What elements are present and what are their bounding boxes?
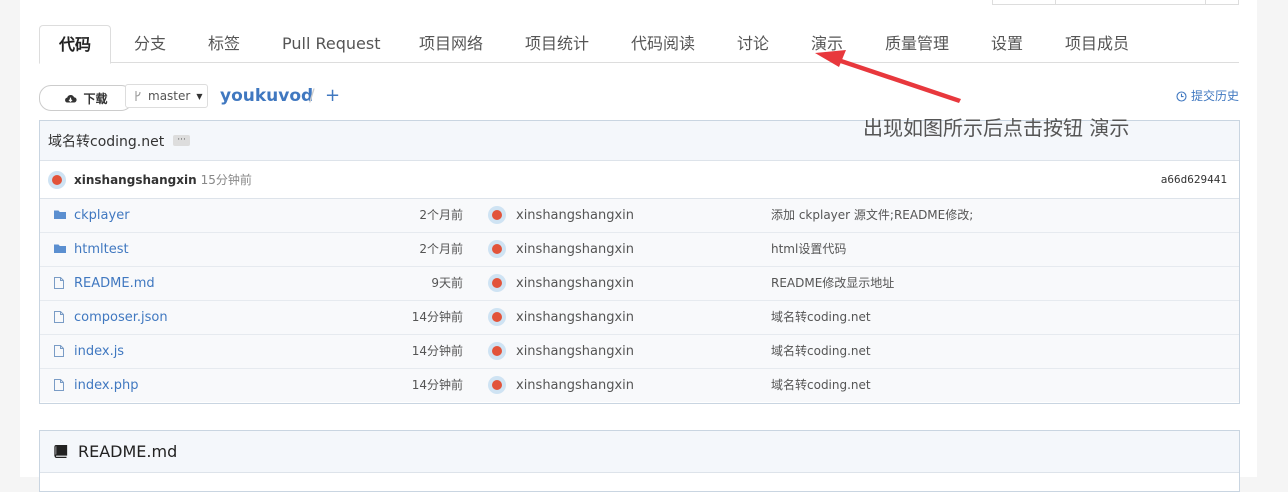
tab-tags[interactable]: 标签 [208, 25, 240, 62]
commit-sha-link[interactable]: a66d629441 [1161, 173, 1227, 186]
avatar[interactable] [488, 308, 506, 326]
avatar[interactable] [488, 274, 506, 292]
book-icon [54, 445, 68, 458]
tab-code-reading[interactable]: 代码阅读 [631, 25, 695, 62]
page: 代码 分支 标签 Pull Request 项目网络 项目统计 代码阅读 讨论 … [20, 0, 1257, 492]
avatar[interactable] [488, 240, 506, 258]
table-row: ckplayer 2个月前 xinshangshangxin 添加 ckplay… [40, 199, 1239, 233]
clock-icon [1176, 90, 1187, 102]
chevron-down-icon: ▼ [196, 91, 203, 101]
commit-expand-button[interactable]: ··· [173, 135, 190, 146]
top-button-2[interactable] [1205, 0, 1239, 5]
file-commit-message[interactable]: README修改显示地址 [771, 267, 894, 300]
file-icon [54, 345, 64, 361]
annotation-text: 出现如图所示后点击按钮 演示 [863, 116, 1130, 140]
folder-icon [54, 243, 66, 258]
file-name-link[interactable]: htmltest [74, 233, 129, 266]
file-commit-message[interactable]: 域名转coding.net [771, 335, 871, 368]
table-row: htmltest 2个月前 xinshangshangxin html设置代码 [40, 233, 1239, 267]
tab-branches[interactable]: 分支 [134, 25, 166, 62]
file-age: 2个月前 [419, 242, 463, 256]
tab-network[interactable]: 项目网络 [419, 25, 483, 62]
branch-name: master [148, 89, 191, 103]
download-label: 下载 [83, 91, 108, 106]
tab-code[interactable]: 代码 [39, 25, 112, 64]
file-commit-author[interactable]: xinshangshangxin [516, 369, 634, 402]
file-commit-author[interactable]: xinshangshangxin [516, 267, 634, 300]
commit-time: 15分钟前 [200, 173, 252, 187]
tab-stats[interactable]: 项目统计 [525, 25, 589, 62]
file-commit-message[interactable]: 添加 ckplayer 源文件;README修改; [771, 199, 973, 232]
file-commit-author[interactable]: xinshangshangxin [516, 335, 634, 368]
file-commit-author[interactable]: xinshangshangxin [516, 233, 634, 266]
file-commit-message[interactable]: html设置代码 [771, 233, 846, 266]
repo-toolbar: 下载 master ▼ youkuvod / + 提交历史 [39, 84, 1239, 111]
file-name-link[interactable]: README.md [74, 267, 155, 300]
commit-history-link[interactable]: 提交历史 [1176, 84, 1239, 108]
folder-icon [54, 209, 66, 224]
file-age: 2个月前 [419, 208, 463, 222]
file-commit-message[interactable]: 域名转coding.net [771, 369, 871, 402]
avatar[interactable] [488, 342, 506, 360]
readme-title: README.md [78, 442, 178, 461]
file-icon [54, 379, 64, 395]
tab-settings[interactable]: 设置 [991, 25, 1023, 62]
file-age: 14分钟前 [411, 310, 463, 324]
readme-header: README.md [40, 431, 1239, 473]
commit-author[interactable]: xinshangshangxin [74, 173, 197, 187]
branch-icon [135, 91, 141, 101]
tab-demo[interactable]: 演示 [811, 25, 843, 62]
file-name-link[interactable]: ckplayer [74, 199, 130, 232]
latest-commit-meta: xinshangshangxin 15分钟前 a66d629441 [40, 161, 1239, 199]
download-button[interactable]: 下载 [39, 85, 133, 111]
file-commit-message[interactable]: 域名转coding.net [771, 301, 871, 334]
file-age: 14分钟前 [411, 378, 463, 392]
repo-name-link[interactable]: youkuvod [220, 84, 313, 108]
file-name-link[interactable]: composer.json [74, 301, 168, 334]
file-name-link[interactable]: index.js [74, 335, 124, 368]
tab-pull-request[interactable]: Pull Request [282, 25, 380, 62]
top-button-1[interactable] [992, 0, 1056, 5]
add-file-button[interactable]: + [325, 84, 340, 108]
table-row: index.php 14分钟前 xinshangshangxin 域名转codi… [40, 369, 1239, 402]
commit-message: 域名转coding.net [48, 133, 165, 150]
avatar[interactable] [48, 170, 66, 189]
repo-tabs: 代码 分支 标签 Pull Request 项目网络 项目统计 代码阅读 讨论 … [39, 25, 1239, 64]
file-list: 域名转coding.net ··· xinshangshangxin 15分钟前… [39, 120, 1240, 404]
file-age: 9天前 [431, 276, 463, 290]
top-search-input[interactable] [1055, 0, 1206, 5]
file-age: 14分钟前 [411, 344, 463, 358]
table-row: README.md 9天前 xinshangshangxin README修改显… [40, 267, 1239, 301]
branch-selector[interactable]: master ▼ [125, 84, 208, 108]
file-icon [54, 277, 64, 293]
table-row: index.js 14分钟前 xinshangshangxin 域名转codin… [40, 335, 1239, 369]
file-commit-author[interactable]: xinshangshangxin [516, 199, 634, 232]
tab-quality[interactable]: 质量管理 [885, 25, 949, 62]
avatar[interactable] [488, 376, 506, 394]
file-name-link[interactable]: index.php [74, 369, 138, 402]
path-separator: / [309, 86, 315, 106]
tab-discussion[interactable]: 讨论 [737, 25, 769, 62]
file-commit-author[interactable]: xinshangshangxin [516, 301, 634, 334]
readme-panel: README.md [39, 430, 1240, 492]
tab-members[interactable]: 项目成员 [1065, 25, 1129, 62]
history-label: 提交历史 [1190, 89, 1239, 103]
file-icon [54, 311, 64, 327]
cloud-download-icon [65, 94, 78, 102]
table-row: composer.json 14分钟前 xinshangshangxin 域名转… [40, 301, 1239, 335]
avatar[interactable] [488, 206, 506, 224]
